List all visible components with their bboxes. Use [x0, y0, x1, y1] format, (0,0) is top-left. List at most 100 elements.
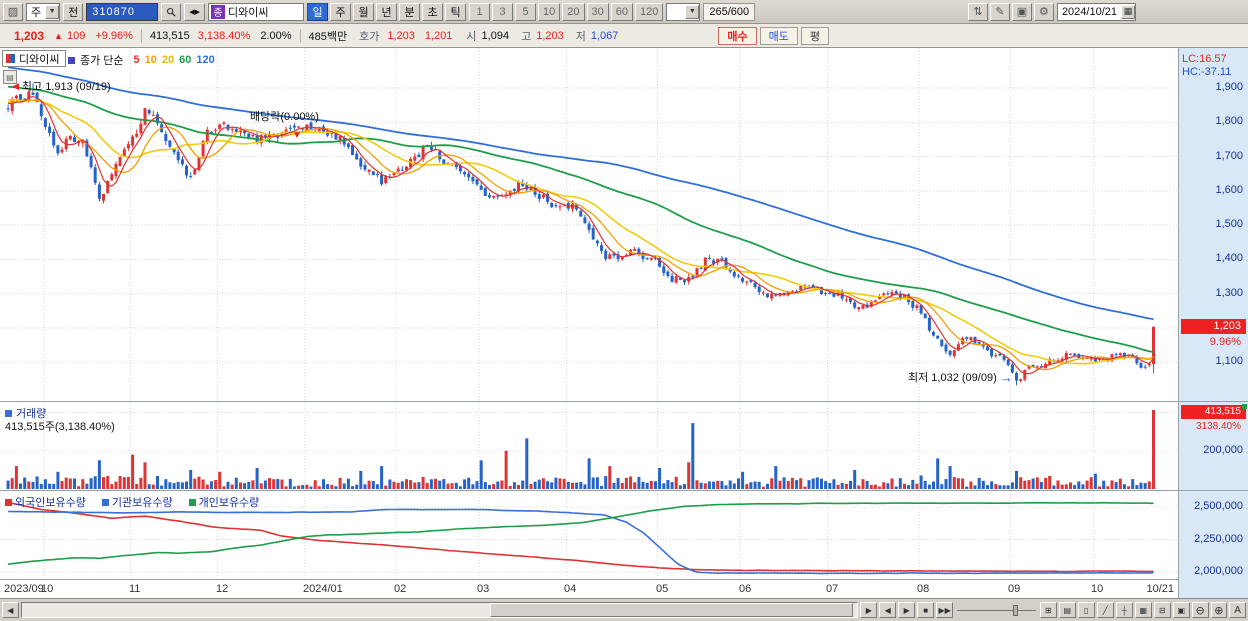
scrollbar-thumb[interactable] [489, 603, 854, 617]
high-annotation: ◀ 최고 1,913 (09/19) [12, 78, 111, 94]
toolbar-icon-group: ⇅ ✎ ▣ ⚙ [967, 2, 1054, 21]
period-combo[interactable]: 주 ▼ [26, 2, 61, 21]
interval-button-1[interactable]: 1 [469, 2, 491, 21]
candle-style-icon[interactable]: ▯ [1077, 602, 1095, 618]
auto-scale-button[interactable]: A [1229, 602, 1246, 618]
ma-legend-5: 5 [133, 54, 140, 66]
period-button-틱[interactable]: 틱 [445, 2, 467, 21]
low-annotation: 최저 1,032 (09/09) → [908, 369, 1013, 385]
prev-next-stock-button[interactable]: ◀▶ [184, 2, 206, 21]
interval-button-10[interactable]: 10 [538, 2, 561, 21]
ask-price: 1,203 [387, 29, 415, 42]
chart-style-combo[interactable]: ▼ [666, 2, 701, 21]
search-icon[interactable] [161, 2, 182, 21]
period-button-일[interactable]: 일 [307, 2, 329, 21]
period-combo-value: 주 [31, 6, 42, 19]
chevron-down-icon: ▼ [45, 4, 60, 19]
holdings-axis-tick: 2,000,000 [1194, 565, 1243, 577]
interval-button-20[interactable]: 20 [562, 2, 585, 21]
interval-button-30[interactable]: 30 [586, 2, 609, 21]
holdings-legend: 외국인보유수량 기관보유수량 개인보유수량 [5, 494, 271, 510]
stock-name-field[interactable]: 종 디와이씨 [208, 2, 305, 21]
panel-divider [1179, 490, 1248, 491]
crosshair-icon[interactable]: ┼ [1115, 602, 1133, 618]
line-style-icon[interactable]: ╱ [1096, 602, 1114, 618]
chart-bottom-bar: ◀ ▶ ◀ ▶ ■ ▶▶ ⊞ ▤ ▯ ╱ ┼ ▦ ⊟ ▣ ⊖ ⊕ A [0, 598, 1248, 621]
calendar-icon[interactable]: ▦ [1121, 4, 1135, 19]
interval-button-120[interactable]: 120 [635, 2, 664, 21]
x-axis-label: 10/21 [1146, 583, 1174, 595]
trade-value: 485백만 [308, 30, 348, 43]
legend-title: 종가 단순 [80, 55, 124, 67]
chart-stop-button[interactable]: ■ [917, 602, 935, 618]
chart-scrollbar[interactable] [20, 602, 859, 618]
ma-legend-20: 20 [161, 54, 175, 66]
holdings-axis-tick: 2,500,000 [1194, 500, 1243, 512]
bar-count-display: 265/600 [703, 2, 756, 21]
holdings-legend-label: 기관보유수량 [111, 497, 173, 509]
grid-icon[interactable]: ▤ [1058, 602, 1076, 618]
chart-tab-label: 디와이씨 [19, 53, 60, 66]
scroll-right-button[interactable]: ▶ [860, 602, 878, 618]
price-axis-panel: LC:16.57 HC:-37.11 1,203 9.96% 413,515 3… [1178, 48, 1248, 598]
high-price: 1,203 [536, 29, 564, 42]
draw-line-icon[interactable]: ✎ [989, 2, 1010, 21]
period-button-group: 일주월년분초틱 [307, 2, 467, 21]
zoom-out-icon[interactable]: ⊖ [1191, 602, 1209, 618]
period-button-주[interactable]: 주 [330, 2, 352, 21]
area-style-icon[interactable]: ▦ [1134, 602, 1152, 618]
buy-button[interactable]: 매수 [718, 26, 757, 45]
chart-window-icon[interactable]: ▨ [3, 2, 23, 21]
save-chart-icon[interactable]: ▣ [1011, 2, 1032, 21]
price-axis-tick: 1,500 [1215, 218, 1243, 230]
scroll-left-button[interactable]: ◀ [2, 602, 19, 618]
interval-button-3[interactable]: 3 [492, 2, 514, 21]
x-axis-label: 02 [394, 583, 407, 595]
sell-button[interactable]: 매도 [759, 26, 798, 45]
jeon-button[interactable]: 전 [63, 2, 84, 21]
period-button-초[interactable]: 초 [422, 2, 444, 21]
period-button-월[interactable]: 월 [353, 2, 375, 21]
period-button-년[interactable]: 년 [376, 2, 398, 21]
interval-button-60[interactable]: 60 [610, 2, 634, 21]
avg-button[interactable]: 평 [800, 26, 830, 45]
compare-icon[interactable]: ⊟ [1153, 602, 1171, 618]
price-axis-tick: 1,800 [1215, 115, 1243, 127]
volume-marker: 413,515 [1181, 405, 1246, 419]
volume-pane[interactable]: 거래량 413,515주(3,138.40%) [0, 402, 1178, 491]
holdings-legend-label: 외국인보유수량 [15, 497, 86, 509]
stock-code-input[interactable]: 310870 [86, 2, 159, 21]
chart-step-forward-button[interactable]: ▶▶ [936, 602, 954, 618]
chart-play-button[interactable]: ▶ [898, 602, 916, 618]
x-axis-label: 08 [917, 583, 930, 595]
divider [140, 28, 142, 43]
zoom-slider-thumb[interactable] [1012, 605, 1018, 616]
save-image-icon[interactable]: ▣ [1172, 602, 1190, 618]
zoom-in-icon[interactable]: ⊕ [1210, 602, 1228, 618]
fit-width-icon[interactable]: ⊞ [1039, 602, 1057, 618]
period-button-분[interactable]: 분 [399, 2, 421, 21]
chart-tool-icons: ⊞ ▤ ▯ ╱ ┼ ▦ ⊟ ▣ [1039, 602, 1190, 618]
chart-step-back-button[interactable]: ◀ [879, 602, 897, 618]
price-pane[interactable]: 디와이씨 종가 단순 5 10 20 60 120 ▤ ◀ 최고 1,913 (09/1… [0, 48, 1178, 402]
chevron-down-icon: ▼ [685, 4, 700, 19]
updown-arrows-icon[interactable]: ⇅ [967, 2, 988, 21]
lc-value: LC:16.57 [1182, 53, 1227, 65]
zoom-slider[interactable] [955, 602, 1038, 618]
holdings-pane[interactable]: 외국인보유수량 기관보유수량 개인보유수량 [0, 491, 1178, 580]
date-field[interactable]: 2024/10/21 ▦ [1056, 2, 1136, 21]
interval-button-5[interactable]: 5 [515, 2, 537, 21]
bid-price: 1,201 [424, 29, 453, 42]
x-axis-label: 03 [477, 583, 490, 595]
chart-tab[interactable]: 디와이씨 [2, 50, 67, 67]
x-axis-label: 11 [129, 583, 141, 595]
divider [299, 28, 301, 43]
interval-button-group: 1 3 5 10 20 30 60 120 [469, 2, 664, 21]
x-axis-label: 2023/09 [4, 583, 44, 595]
legend-color-icon [188, 498, 196, 506]
price-axis-tick: 1,600 [1215, 184, 1243, 196]
high-label: 고 [521, 30, 532, 43]
ma-legend-items: 5 10 20 60 120 [129, 54, 215, 66]
panel-divider [1179, 401, 1248, 402]
settings-gear-icon[interactable]: ⚙ [1033, 2, 1054, 21]
